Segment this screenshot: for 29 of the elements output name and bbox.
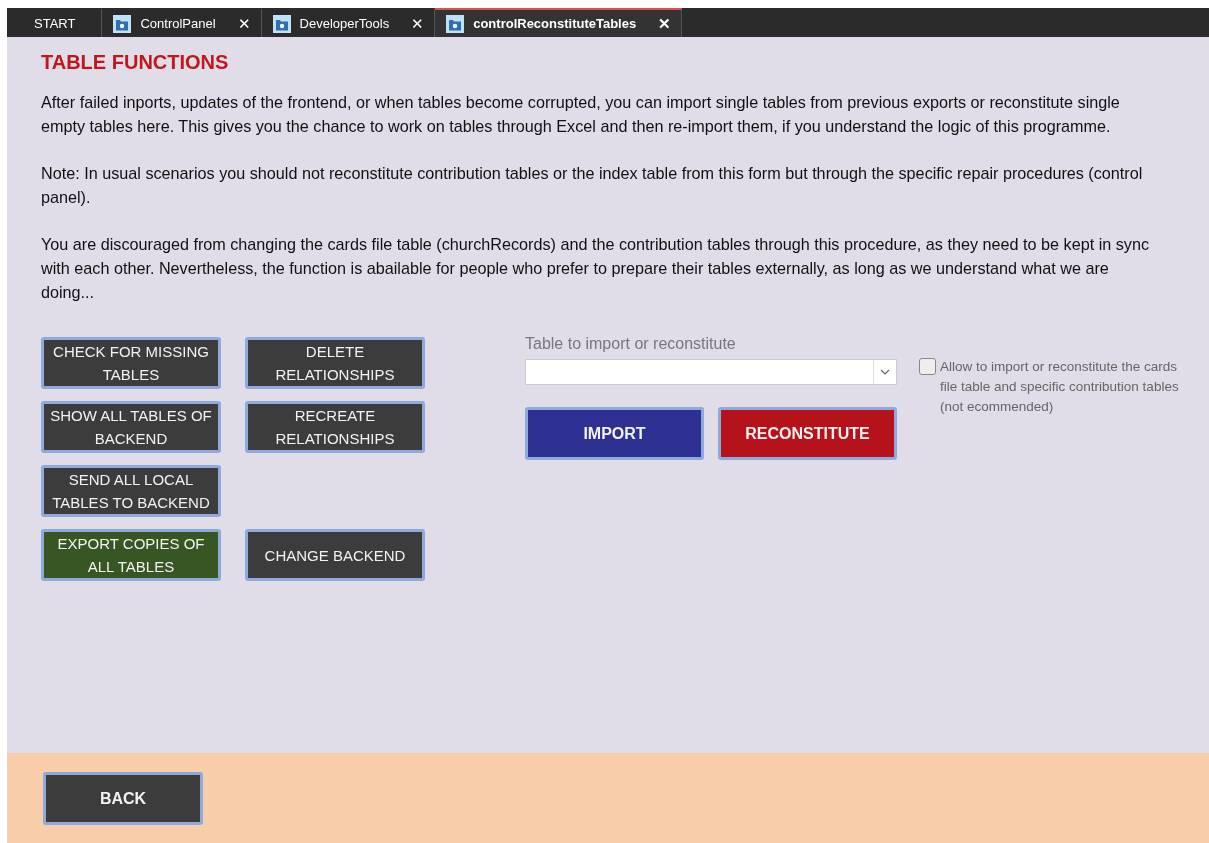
action-button[interactable]: SHOW ALL TABLES OF BACKEND [41, 401, 221, 453]
close-icon[interactable]: ✕ [411, 14, 425, 33]
tab-label: START [34, 16, 76, 31]
paragraph: After failed inports, updates of the frontend, or when tables become corrupted, you can import single tables from previous exports or reconstitute single empty tables here. This gives you the chance to work on tables through Excel and then re-import them, if you understand the logic of this programme. [41, 92, 1121, 137]
action-button[interactable]: EXPORT COPIES OF ALL TABLES [41, 529, 221, 581]
action-button[interactable]: SEND ALL LOCAL TABLES TO BACKEND [41, 465, 221, 517]
page-title: TABLE FUNCTIONS [41, 51, 230, 74]
checkbox-label: Allow to import or reconstitute the cards file table and specific contribution tables (not ecommended) [940, 358, 1180, 416]
close-icon[interactable]: ✕ [237, 14, 251, 33]
action-button[interactable]: DELETE RELATIONSHIPS [245, 337, 425, 389]
action-button[interactable]: RECONSTITUTE [718, 407, 897, 460]
close-icon[interactable]: ✕ [658, 14, 672, 33]
form-icon [112, 13, 133, 34]
tab-label: DeveloperTools [299, 16, 390, 31]
tab-label: ControlPanel [140, 16, 216, 31]
action-button[interactable]: RECREATE RELATIONSHIPS [245, 401, 425, 453]
action-button[interactable]: IMPORT [525, 407, 704, 460]
checkbox[interactable] [919, 358, 936, 375]
field-label: Table to import or reconstitute [525, 335, 737, 353]
tab-label: controlReconstituteTables [473, 16, 637, 31]
tab[interactable]: controlReconstituteTables ✕ [435, 8, 683, 37]
table-dropdown[interactable] [525, 359, 897, 385]
form-icon [445, 13, 466, 34]
paragraph: Note: In usual scenarios you should not reconstitute contribution tables or the index table from this form but through the specific repair procedures (control panel). [41, 163, 1144, 208]
form-icon [271, 13, 292, 34]
paragraph: You are discouraged from changing the cards file table (churchRecords) and the contribution tables through this procedure, as they need to be kept in sync with each other. Nevertheless, the function is abailable for people who prefer to prepare their tables externally, as long as we understand what we are doing... [41, 234, 1150, 303]
back-button[interactable]: BACK [43, 771, 203, 825]
action-button[interactable]: CHECK FOR MISSING TABLES [41, 337, 221, 389]
action-button[interactable]: CHANGE BACKEND [245, 529, 425, 581]
